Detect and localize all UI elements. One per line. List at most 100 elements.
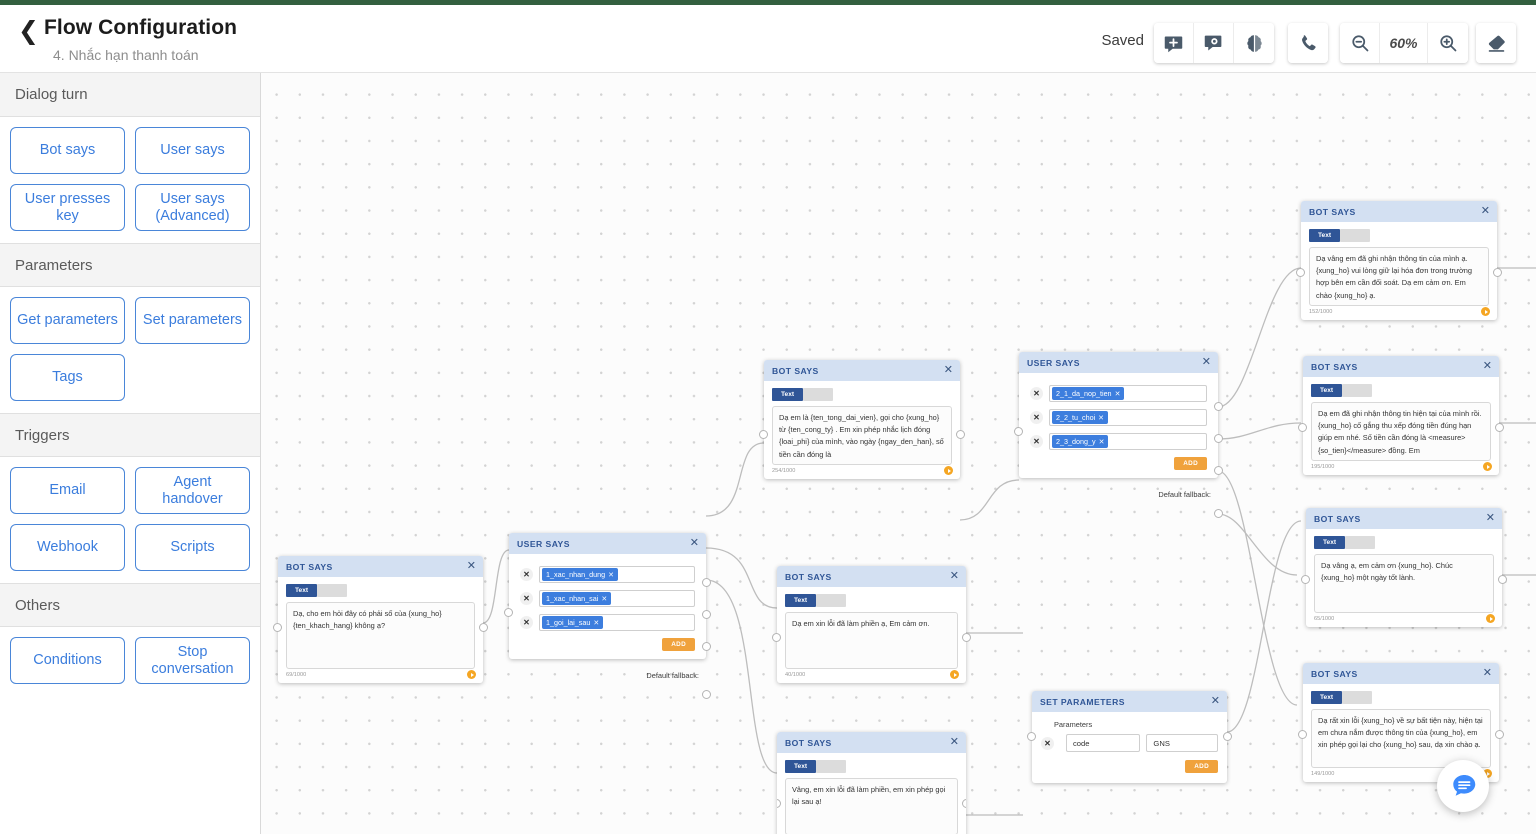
- close-icon[interactable]: ✕: [1483, 668, 1492, 679]
- palette-item-stop-conversation[interactable]: Stop conversation: [135, 637, 250, 684]
- node-header[interactable]: BOT SAYS ✕: [764, 360, 960, 381]
- tag-input[interactable]: 2_3_dong_y ✕: [1049, 433, 1207, 450]
- parameter-key-input[interactable]: code: [1066, 734, 1141, 752]
- message-textarea[interactable]: Dạ em là {ten_tong_dai_vien}, gọi cho {x…: [772, 406, 952, 465]
- play-icon[interactable]: [467, 670, 476, 679]
- close-icon[interactable]: ✕: [1481, 206, 1490, 217]
- input-port[interactable]: [1014, 427, 1023, 436]
- close-icon[interactable]: ✕: [1486, 513, 1495, 524]
- output-port[interactable]: [1223, 732, 1232, 741]
- message-textarea[interactable]: Dạ vâng ạ, em cảm ơn {xung_ho}. Chúc {xu…: [1314, 554, 1494, 613]
- tag-input[interactable]: 1_xac_nhan_sai ✕: [539, 590, 695, 607]
- output-port[interactable]: [1498, 575, 1507, 584]
- tag-chip[interactable]: 1_xac_nhan_dung ✕: [542, 568, 619, 581]
- remove-row-icon[interactable]: ✕: [1030, 435, 1043, 448]
- play-icon[interactable]: [1486, 614, 1495, 623]
- palette-item-bot-says[interactable]: Bot says: [10, 127, 125, 174]
- input-port[interactable]: [772, 633, 781, 642]
- tab-empty[interactable]: [803, 388, 834, 401]
- palette-item-email[interactable]: Email: [10, 467, 125, 514]
- output-port[interactable]: [962, 799, 966, 808]
- parameter-value-input[interactable]: GNS: [1146, 734, 1218, 752]
- close-icon[interactable]: ✕: [950, 737, 959, 748]
- node-header[interactable]: BOT SAYS ✕: [1306, 508, 1502, 529]
- fallback-port[interactable]: [702, 690, 711, 699]
- output-port[interactable]: [479, 623, 488, 632]
- input-port[interactable]: [1027, 732, 1036, 741]
- node-user-says-1[interactable]: USER SAYS ✕ ✕ 1_xac_nhan_dung ✕ ✕ 1_xac_n…: [504, 533, 711, 699]
- close-icon[interactable]: ✕: [690, 538, 699, 549]
- palette-item-conditions[interactable]: Conditions: [10, 637, 125, 684]
- phone-icon[interactable]: [1288, 23, 1328, 63]
- palette-item-user-says[interactable]: User says: [135, 127, 250, 174]
- close-icon[interactable]: ✕: [944, 365, 953, 376]
- remove-row-icon[interactable]: ✕: [520, 568, 533, 581]
- chip-close-icon[interactable]: ✕: [1115, 390, 1121, 398]
- tab-empty[interactable]: [317, 584, 348, 597]
- input-port[interactable]: [504, 608, 513, 617]
- add-button[interactable]: ADD: [662, 638, 695, 651]
- palette-item-get-parameters[interactable]: Get parameters: [10, 297, 125, 344]
- chevron-left-icon[interactable]: ❮: [18, 19, 39, 44]
- remove-row-icon[interactable]: ✕: [1041, 736, 1054, 750]
- tag-input[interactable]: 2_2_tu_choi ✕: [1049, 409, 1207, 426]
- palette-item-set-parameters[interactable]: Set parameters: [135, 297, 250, 344]
- zoom-in-icon[interactable]: [1428, 23, 1468, 63]
- add-button[interactable]: ADD: [1174, 457, 1207, 470]
- tab-text[interactable]: Text: [772, 388, 804, 401]
- close-icon[interactable]: ✕: [1211, 696, 1220, 707]
- message-textarea[interactable]: Dạ em xin lỗi đã làm phiền ạ, Em cảm ơn.: [785, 612, 958, 669]
- remove-row-icon[interactable]: ✕: [520, 592, 533, 605]
- palette-item-user-presses-key[interactable]: User presses key: [10, 184, 125, 231]
- node-header[interactable]: BOT SAYS ✕: [1303, 356, 1499, 377]
- tag-input[interactable]: 1_xac_nhan_dung ✕: [539, 566, 695, 583]
- node-header[interactable]: BOT SAYS ✕: [1301, 201, 1497, 222]
- tag-input[interactable]: 2_1_da_nop_tien ✕: [1049, 385, 1207, 402]
- input-port[interactable]: [1298, 730, 1307, 739]
- tag-chip[interactable]: 2_2_tu_choi ✕: [1052, 411, 1109, 424]
- input-port[interactable]: [1296, 268, 1305, 277]
- close-icon[interactable]: ✕: [1483, 361, 1492, 372]
- chip-close-icon[interactable]: ✕: [608, 571, 614, 579]
- output-port[interactable]: [962, 633, 971, 642]
- output-port-3[interactable]: [1214, 466, 1223, 475]
- tag-chip[interactable]: 2_1_da_nop_tien ✕: [1052, 387, 1125, 400]
- flow-canvas[interactable]: BOT SAYS ✕ Text Dạ, cho em hỏi đây có ph…: [261, 73, 1536, 834]
- output-port-1[interactable]: [1214, 402, 1223, 411]
- output-port-1[interactable]: [702, 578, 711, 587]
- close-icon[interactable]: ✕: [467, 561, 476, 572]
- node-header[interactable]: BOT SAYS ✕: [278, 556, 483, 577]
- message-textarea[interactable]: Dạ vâng em đã ghi nhận thông tin của mìn…: [1309, 247, 1489, 306]
- output-port[interactable]: [956, 430, 965, 439]
- play-icon[interactable]: [944, 466, 953, 475]
- tab-text[interactable]: Text: [1311, 691, 1343, 704]
- node-bot-says-6[interactable]: BOT SAYS ✕ Text Dạ em đã ghi nhận thông …: [1298, 356, 1504, 475]
- message-textarea[interactable]: Dạ em đã ghi nhận thông tin hiện tại của…: [1311, 402, 1491, 461]
- tab-text[interactable]: Text: [1309, 229, 1341, 242]
- add-message-icon[interactable]: [1154, 23, 1194, 63]
- tag-chip[interactable]: 2_3_dong_y ✕: [1052, 435, 1109, 448]
- tab-text[interactable]: Text: [785, 760, 817, 773]
- palette-item-agent-handover[interactable]: Agent handover: [135, 467, 250, 514]
- input-port[interactable]: [273, 623, 282, 632]
- input-port[interactable]: [1298, 423, 1307, 432]
- node-header[interactable]: BOT SAYS ✕: [777, 566, 966, 587]
- output-port[interactable]: [1495, 730, 1504, 739]
- tab-text[interactable]: Text: [1314, 536, 1346, 549]
- tag-chip[interactable]: 1_goi_lai_sau ✕: [542, 616, 604, 629]
- message-settings-icon[interactable]: [1194, 23, 1234, 63]
- tab-text[interactable]: Text: [286, 584, 318, 597]
- tab-text[interactable]: Text: [785, 594, 817, 607]
- tab-empty[interactable]: [1342, 691, 1373, 704]
- palette-item-webhook[interactable]: Webhook: [10, 524, 125, 571]
- node-header[interactable]: BOT SAYS ✕: [1303, 663, 1499, 684]
- chip-close-icon[interactable]: ✕: [1098, 414, 1104, 422]
- add-button[interactable]: ADD: [1185, 760, 1218, 773]
- message-textarea[interactable]: Dạ, cho em hỏi đây có phải số của {xung_…: [286, 602, 475, 669]
- node-set-parameters[interactable]: SET PARAMETERS ✕ Parameters ✕ code GNS A…: [1027, 691, 1232, 783]
- tag-chip[interactable]: 1_xac_nhan_sai ✕: [542, 592, 612, 605]
- play-icon[interactable]: [1481, 307, 1490, 316]
- remove-row-icon[interactable]: ✕: [1030, 387, 1043, 400]
- palette-item-user-says-advanced[interactable]: User says (Advanced): [135, 184, 250, 231]
- palette-item-tags[interactable]: Tags: [10, 354, 125, 401]
